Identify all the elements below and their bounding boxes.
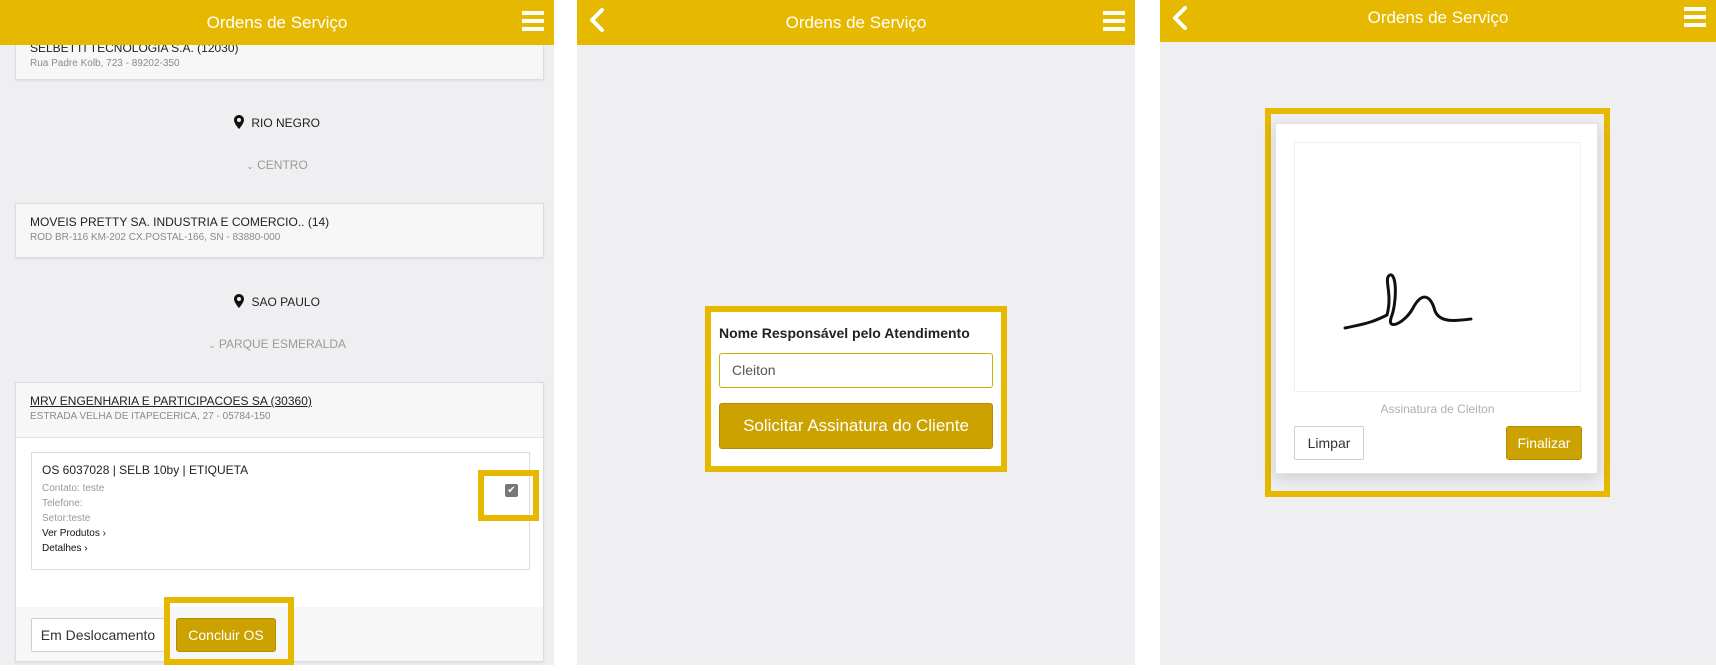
top-bar: Ordens de Serviço [577,0,1135,45]
menu-icon[interactable] [1684,7,1706,29]
top-bar: Ordens de Serviço [0,0,554,45]
os-section: OS 6037028 | SELB 10by | ETIQUETA Contat… [16,438,543,607]
city-name: RIO NEGRO [251,116,320,130]
signature-stroke [1343,273,1473,330]
back-icon[interactable] [589,8,605,32]
signature-card: Assinatura de Cleiton Limpar Finalizar [1275,123,1598,474]
highlight-concluir [164,597,294,665]
company-address: Rua Padre Kolb, 723 - 89202-350 [30,58,180,69]
menu-icon[interactable] [522,11,544,33]
city-name: SAO PAULO [251,295,320,309]
page-title: Ordens de Serviço [206,13,348,32]
os-item: OS 6037028 | SELB 10by | ETIQUETA Contat… [31,452,530,570]
page-title: Ordens de Serviço [1367,8,1509,27]
responsavel-label: Nome Responsável pelo Atendimento [719,325,970,341]
top-bar: Ordens de Serviço [1160,0,1716,42]
responsavel-form: Nome Responsável pelo Atendimento Cleito… [705,306,1007,472]
menu-icon[interactable] [1103,11,1125,33]
city-heading: RIO NEGRO [0,115,554,130]
chevron-right-icon: › [102,528,106,539]
map-pin-icon [234,294,245,308]
os-title: OS 6037028 | SELB 10by | ETIQUETA [42,463,249,477]
neighborhood-toggle[interactable]: ⌄ PARQUE ESMERALDA [0,337,554,351]
signature-pad[interactable] [1294,142,1581,392]
panel-responsavel: Ordens de Serviço Nome Responsável pelo … [577,0,1135,665]
highlight-checkbox [478,470,539,521]
company-address: ESTRADA VELHA DE ITAPECERICA, 27 - 05784… [30,411,271,422]
chevron-down-icon: ⌄ [246,161,254,171]
signature-caption: Assinatura de Cleiton [1380,402,1495,416]
chevron-down-icon: ⌄ [207,340,216,350]
company-name[interactable]: MRV ENGENHARIA E PARTICIPACOES SA (30360… [30,394,529,408]
chevron-right-icon: › [84,543,88,554]
panel-os-list: SELBETTI TECNOLOGIA S.A. (12030) Rua Pad… [0,0,554,665]
company-header[interactable]: MRV ENGENHARIA E PARTICIPACOES SA (30360… [16,383,543,438]
neighborhood-name: PARQUE ESMERALDA [218,337,347,351]
em-deslocamento-button[interactable]: Em Deslocamento [31,618,165,652]
neighborhood-name: CENTRO [257,158,308,172]
solicitar-assinatura-button[interactable]: Solicitar Assinatura do Cliente [719,403,993,449]
company-card[interactable]: MOVEIS PRETTY SA. INDUSTRIA E COMERCIO..… [15,203,544,258]
os-contato: Contato: teste [42,483,105,494]
finalizar-button[interactable]: Finalizar [1506,426,1582,460]
page-title: Ordens de Serviço [785,13,927,32]
stage: SELBETTI TECNOLOGIA S.A. (12030) Rua Pad… [0,0,1716,671]
city-heading: SAO PAULO [0,294,554,309]
detalhes-link[interactable]: Detalhes › [42,541,519,556]
os-setor: Setor:teste [42,513,91,524]
company-address: ROD BR-116 KM-202 CX.POSTAL-166, SN - 83… [30,232,281,243]
panel-assinatura: Ordens de Serviço Assinatura de Cleiton … [1160,0,1716,665]
responsavel-input[interactable]: Cleiton [719,353,993,388]
neighborhood-toggle[interactable]: ⌄ CENTRO [0,158,554,172]
os-telefone: Telefone: [42,498,83,509]
back-icon[interactable] [1172,6,1188,30]
limpar-button[interactable]: Limpar [1294,426,1364,460]
ver-produtos-link[interactable]: Ver Produtos › [42,526,519,541]
map-pin-icon [233,115,244,129]
company-name: MOVEIS PRETTY SA. INDUSTRIA E COMERCIO..… [30,215,330,229]
